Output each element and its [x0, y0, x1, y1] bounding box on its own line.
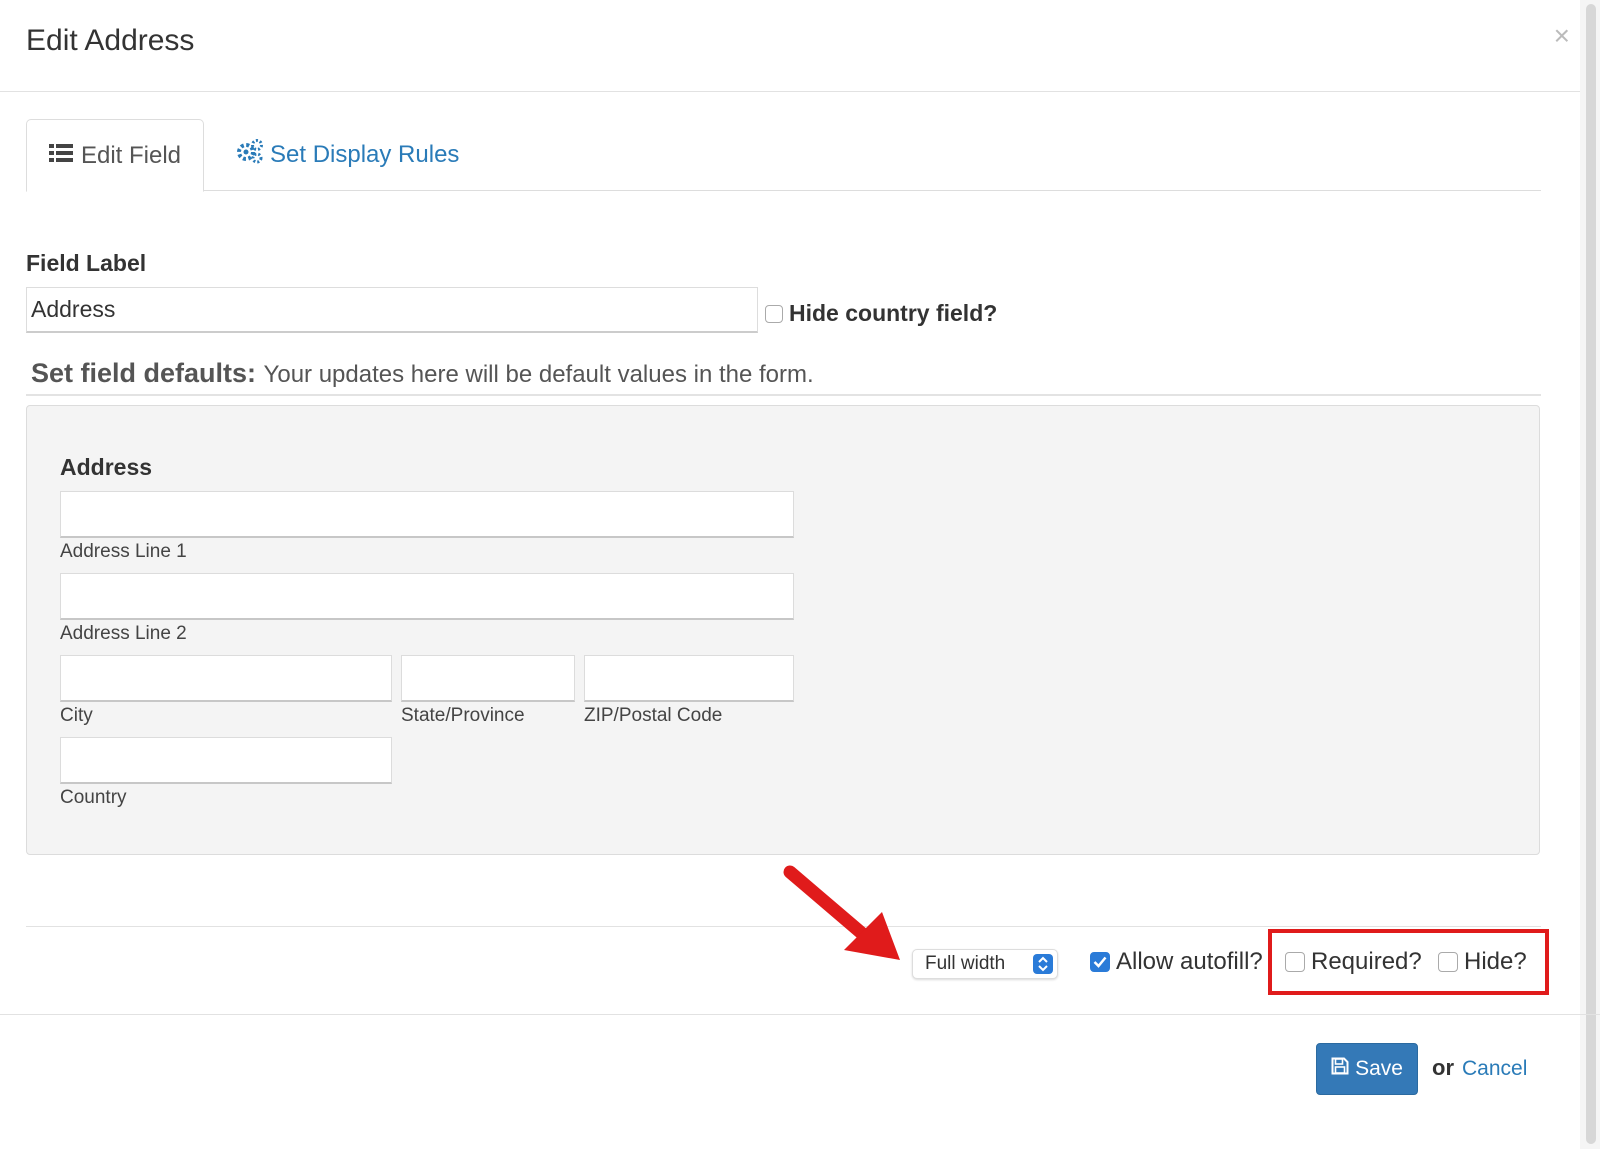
scrollbar[interactable] [1580, 0, 1600, 1149]
modal-title: Edit Address [26, 24, 195, 57]
list-icon [48, 142, 73, 170]
tab-set-display-rules[interactable]: Set Display Rules [236, 138, 459, 171]
footer-divider [0, 1014, 1600, 1015]
country-label: Country [60, 787, 127, 808]
address-title: Address [60, 454, 153, 480]
city-input[interactable] [60, 655, 392, 702]
hide-country-option[interactable]: Hide country field? [765, 300, 997, 327]
country-input[interactable] [60, 737, 392, 784]
annotation-highlight-box [1268, 929, 1549, 995]
tab-set-display-rules-label: Set Display Rules [270, 140, 460, 168]
defaults-divider [26, 394, 1541, 396]
width-select[interactable]: Full width [912, 949, 1058, 979]
defaults-heading: Set field defaults: Your updates here wi… [31, 358, 814, 389]
hide-country-label: Hide country field? [789, 300, 998, 326]
allow-autofill-checkbox[interactable] [1090, 952, 1110, 972]
checkmark-icon [1093, 956, 1107, 968]
defaults-heading-bold: Set field defaults: [31, 358, 257, 388]
save-button-label: Save [1355, 1057, 1403, 1080]
tab-edit-field-label: Edit Field [80, 141, 182, 169]
width-select-value: Full width [925, 953, 1006, 974]
address-line2-label: Address Line 2 [60, 623, 187, 644]
header-divider [0, 91, 1600, 92]
close-icon[interactable]: × [1554, 22, 1570, 50]
tab-edit-field[interactable]: Edit Field [26, 119, 204, 192]
tab-bar-line [26, 190, 1541, 191]
state-input[interactable] [401, 655, 575, 702]
field-label-heading: Field Label [26, 250, 147, 276]
or-text: or [1432, 1055, 1454, 1080]
floppy-disk-icon [1331, 1057, 1349, 1081]
hide-country-checkbox[interactable] [765, 304, 783, 323]
select-chevron-icon [1033, 954, 1053, 974]
scrollbar-thumb[interactable] [1586, 4, 1596, 1144]
address-defaults-panel [26, 405, 1540, 855]
zip-label: ZIP/Postal Code [584, 705, 723, 726]
gears-icon [236, 138, 264, 171]
allow-autofill-option[interactable]: Allow autofill? [1090, 948, 1263, 976]
city-label: City [60, 705, 93, 726]
field-label-input[interactable] [26, 287, 758, 333]
zip-input[interactable] [584, 655, 794, 702]
state-label: State/Province [401, 705, 525, 726]
annotation-arrow [783, 865, 900, 960]
address-line1-label: Address Line 1 [60, 541, 187, 562]
allow-autofill-label: Allow autofill? [1116, 948, 1263, 975]
defaults-heading-description: Your updates here will be default values… [263, 361, 814, 388]
address-line1-input[interactable] [60, 491, 794, 538]
cancel-link[interactable]: Cancel [1462, 1057, 1527, 1081]
save-button[interactable]: Save [1316, 1043, 1418, 1095]
address-line2-input[interactable] [60, 573, 794, 620]
